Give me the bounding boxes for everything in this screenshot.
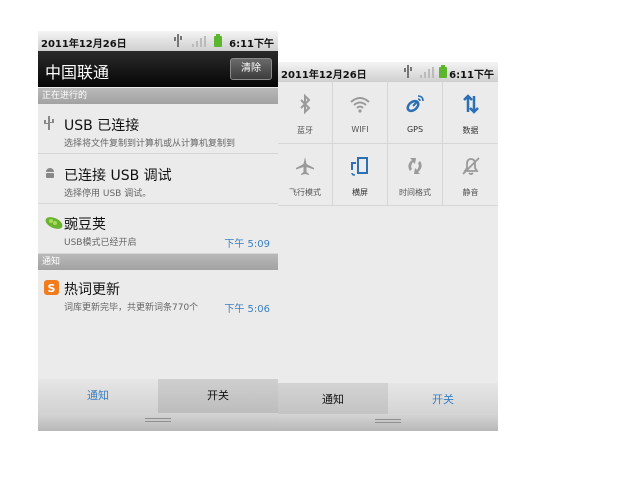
status-time: 6:11下午 bbox=[229, 39, 274, 50]
usb-status-icon bbox=[174, 34, 182, 47]
time-format-icon bbox=[408, 158, 422, 174]
wifi-icon bbox=[350, 97, 370, 113]
notification-title: 已连接 USB 调试 bbox=[64, 168, 172, 184]
notification-usb-connected[interactable]: USB 已连接 选择将文件复制到计算机或从计算机复制到 bbox=[38, 104, 278, 154]
toggle-label: 静音 bbox=[462, 188, 479, 197]
toggle-data[interactable]: 数据 bbox=[443, 82, 498, 144]
notification-subtitle: 选择停用 USB 调试。 bbox=[64, 189, 152, 199]
rotate-screen-icon bbox=[351, 157, 368, 176]
toggle-label: WIFI bbox=[351, 125, 369, 134]
status-bar: 2011年12月26日 6:11下午 bbox=[278, 62, 498, 82]
toggle-wifi[interactable]: WIFI bbox=[333, 82, 388, 144]
toggle-bluetooth[interactable]: 蓝牙 bbox=[278, 82, 333, 144]
status-time: 6:11下午 bbox=[449, 70, 494, 81]
airplane-icon bbox=[296, 157, 314, 175]
bottom-tab-bar: 通知 开关 bbox=[38, 379, 278, 413]
notification-title: USB 已连接 bbox=[64, 118, 140, 134]
notify-section-header: 通知 bbox=[38, 254, 278, 270]
toggle-label: 蓝牙 bbox=[297, 126, 313, 135]
data-icon bbox=[462, 94, 479, 114]
tab-notifications[interactable]: 通知 bbox=[38, 379, 158, 413]
toggle-gps[interactable]: GPS bbox=[388, 82, 443, 144]
bluetooth-icon bbox=[300, 93, 311, 115]
ongoing-section-header: 正在进行的 bbox=[38, 88, 278, 104]
toggle-rotate-screen[interactable]: 横屏 bbox=[333, 144, 388, 206]
notification-wandoujia[interactable]: 豌豆荚 USB模式已经开启 下午 5:09 bbox=[38, 204, 278, 254]
tab-switches[interactable]: 开关 bbox=[158, 379, 278, 413]
notification-time: 下午 5:06 bbox=[224, 304, 270, 315]
tab-notifications[interactable]: 通知 bbox=[278, 383, 388, 417]
status-date: 2011年12月26日 bbox=[281, 70, 367, 81]
clear-button[interactable]: 清除 bbox=[230, 58, 272, 80]
sogou-icon: S bbox=[44, 280, 59, 295]
toggle-label: GPS bbox=[406, 125, 424, 134]
notification-subtitle: 选择将文件复制到计算机或从计算机复制到 bbox=[64, 139, 236, 149]
notification-title: 豌豆荚 bbox=[64, 217, 106, 233]
toggle-mute[interactable]: 静音 bbox=[443, 144, 498, 206]
battery-icon bbox=[439, 65, 447, 78]
notification-header: 中国联通 清除 bbox=[38, 51, 278, 87]
usb-icon bbox=[44, 116, 54, 130]
toggle-label: 数据 bbox=[462, 126, 479, 135]
toggle-label: 时间格式 bbox=[399, 188, 431, 197]
notification-hotword-update[interactable]: S 热词更新 词库更新完毕，共更新词条770个 下午 5:06 bbox=[38, 270, 278, 318]
carrier-name: 中国联通 bbox=[45, 63, 110, 82]
drag-handle[interactable] bbox=[278, 414, 498, 431]
usb-status-icon bbox=[404, 65, 412, 78]
signal-icon bbox=[420, 67, 434, 78]
signal-icon bbox=[192, 36, 206, 47]
notification-title: 热词更新 bbox=[64, 282, 120, 298]
bottom-tab-bar: 通知 开关 bbox=[278, 383, 498, 417]
notification-subtitle: 词库更新完毕，共更新词条770个 bbox=[64, 303, 199, 313]
pea-pod-icon bbox=[45, 217, 63, 229]
notification-panel: 2011年12月26日 6:11下午 中国联通 清除 正在进行的 USB 已连接… bbox=[38, 31, 278, 431]
svg-text:S: S bbox=[48, 282, 56, 295]
status-bar: 2011年12月26日 6:11下午 bbox=[38, 31, 278, 51]
gps-icon bbox=[406, 95, 424, 113]
battery-icon bbox=[214, 34, 222, 47]
tab-switches[interactable]: 开关 bbox=[388, 383, 498, 417]
notification-usb-debugging[interactable]: 已连接 USB 调试 选择停用 USB 调试。 bbox=[38, 154, 278, 204]
toggle-time-format[interactable]: 时间格式 bbox=[388, 144, 443, 206]
toggle-label: 横屏 bbox=[352, 188, 368, 197]
drag-handle[interactable] bbox=[38, 413, 278, 431]
toggle-label: 飞行模式 bbox=[289, 188, 321, 197]
switches-panel: 2011年12月26日 6:11下午 蓝牙 WIFI GPS 数据 飞行模式 横… bbox=[278, 62, 498, 431]
toggle-grid: 蓝牙 WIFI GPS 数据 飞行模式 横屏 时间格式 静音 bbox=[278, 82, 498, 206]
status-date: 2011年12月26日 bbox=[41, 39, 127, 50]
notification-time: 下午 5:09 bbox=[224, 239, 270, 250]
toggle-airplane[interactable]: 飞行模式 bbox=[278, 144, 333, 206]
notification-subtitle: USB模式已经开启 bbox=[64, 238, 137, 248]
mute-icon bbox=[461, 157, 480, 175]
android-icon bbox=[46, 168, 54, 178]
